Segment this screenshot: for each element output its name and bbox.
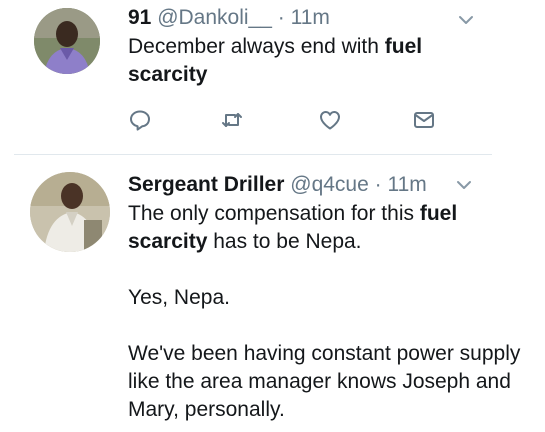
tweet[interactable]: 91 @Dankoli__ · 11m December always end … [0, 0, 545, 155]
tweet-text: The only compensation for this fuel scar… [128, 200, 528, 424]
separator: · [277, 6, 285, 29]
tweet-divider [14, 154, 492, 155]
chevron-down-icon[interactable] [456, 179, 472, 191]
reply-icon[interactable] [128, 108, 152, 132]
tweet[interactable]: Sergeant Driller @q4cue · 11m The only c… [0, 156, 545, 432]
display-name[interactable]: Sergeant Driller [128, 173, 284, 196]
tweet-paragraph: Yes, Nepa. [128, 284, 528, 312]
tweet-actions [0, 108, 545, 138]
text-segment-bold: scarcity [128, 230, 208, 253]
user-handle[interactable]: @q4cue [290, 173, 369, 196]
text-segment: We've been having constant power supply … [128, 342, 521, 421]
tweet-header: Sergeant Driller @q4cue · 11m [128, 172, 427, 198]
avatar[interactable] [34, 8, 100, 74]
text-segment: Yes, Nepa. [128, 286, 230, 309]
chevron-down-icon[interactable] [458, 14, 474, 26]
display-name[interactable]: 91 [128, 6, 151, 29]
text-segment-bold: fuel [384, 35, 423, 58]
heart-icon[interactable] [318, 108, 342, 132]
text-segment-bold: fuel [419, 202, 458, 225]
tweet-paragraph: We've been having constant power supply … [128, 340, 528, 424]
text-segment-bold: scarcity [128, 63, 208, 86]
separator: · [374, 173, 382, 196]
tweet-header: 91 @Dankoli__ · 11m [128, 5, 330, 31]
avatar-image [34, 8, 100, 74]
tweet-paragraph: The only compensation for this fuel scar… [128, 200, 528, 256]
timestamp[interactable]: 11m [387, 173, 426, 196]
avatar-image [30, 172, 110, 252]
retweet-icon[interactable] [220, 108, 244, 132]
text-segment: has to be Nepa. [207, 230, 362, 253]
text-segment: December always end with [128, 35, 385, 58]
avatar[interactable] [30, 172, 110, 252]
text-segment: The only compensation for this [128, 202, 420, 225]
timestamp[interactable]: 11m [291, 6, 330, 29]
envelope-icon[interactable] [412, 108, 436, 132]
tweet-text: December always end with fuel scarcity [128, 33, 488, 89]
user-handle[interactable]: @Dankoli__ [157, 6, 272, 29]
